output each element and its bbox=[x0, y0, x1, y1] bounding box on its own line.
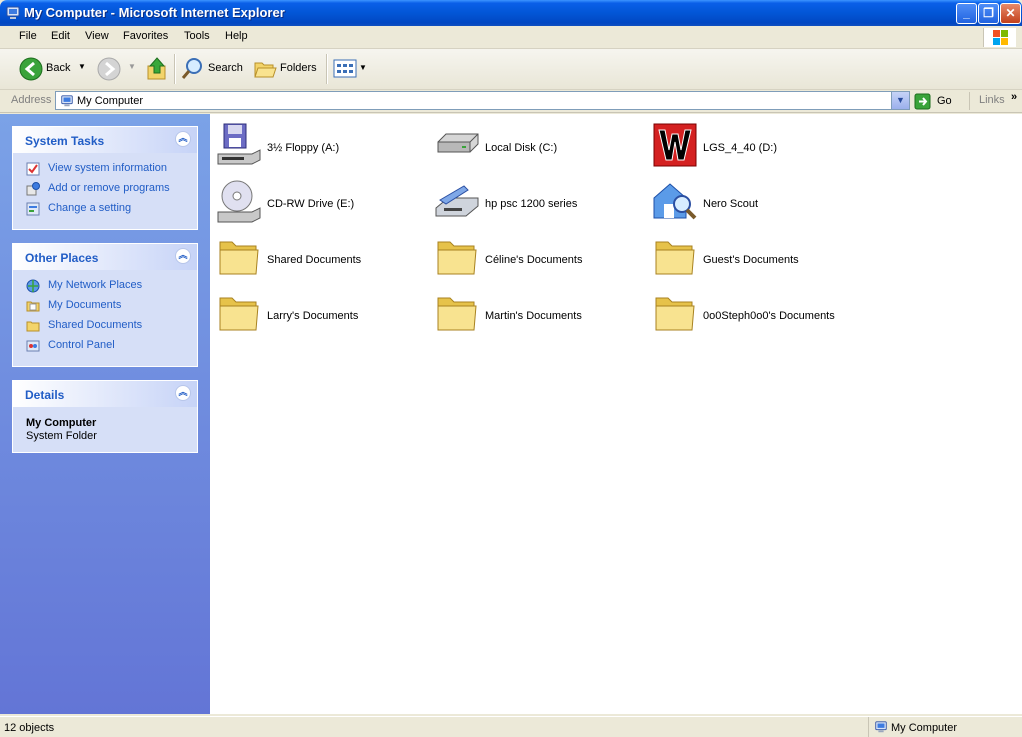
details-header[interactable]: Details ︽ bbox=[13, 381, 197, 407]
device-hp-psc-1200[interactable]: hp psc 1200 series bbox=[428, 175, 638, 225]
folder-0o0steph0o0s-documents[interactable]: 0o0Steph0o0's Documents bbox=[646, 287, 856, 337]
folder-icon bbox=[219, 297, 259, 331]
folder-icon bbox=[219, 241, 259, 275]
app-nero-scout[interactable]: Nero Scout bbox=[646, 175, 856, 225]
folder-celines-documents[interactable]: Céline's Documents bbox=[428, 231, 638, 281]
window-title: My Computer - Microsoft Internet Explore… bbox=[24, 5, 285, 20]
details-name: My Computer bbox=[26, 417, 97, 429]
custom-w-drive-icon bbox=[653, 123, 697, 167]
details-panel: Details ︽ My Computer System Folder bbox=[12, 380, 198, 453]
close-button[interactable]: ✕ bbox=[1000, 3, 1021, 24]
title-bar[interactable]: My Computer - Microsoft Internet Explore… bbox=[0, 0, 1022, 26]
search-button[interactable]: Search bbox=[180, 55, 246, 83]
forward-arrow-icon bbox=[97, 57, 121, 81]
toolbar-separator bbox=[326, 54, 328, 84]
views-dropdown-icon[interactable]: ▼ bbox=[359, 63, 367, 72]
folder-guests-documents[interactable]: Guest's Documents bbox=[646, 231, 856, 281]
folder-martins-documents[interactable]: Martin's Documents bbox=[428, 287, 638, 337]
back-dropdown-icon[interactable]: ▼ bbox=[78, 62, 86, 71]
folder-icon bbox=[437, 297, 477, 331]
drive-local-disk-c[interactable]: Local Disk (C:) bbox=[428, 119, 638, 169]
collapse-chevron-icon[interactable]: ︽ bbox=[175, 131, 191, 147]
menu-bar: File Edit View Favorites Tools Help bbox=[0, 26, 1022, 49]
drive-lgs-d[interactable]: LGS_4_40 (D:) bbox=[646, 119, 856, 169]
scanner-icon bbox=[435, 185, 479, 217]
system-tasks-header[interactable]: System Tasks ︽ bbox=[13, 127, 197, 153]
address-input[interactable]: My Computer ▼ bbox=[55, 91, 910, 110]
folders-button[interactable]: Folders bbox=[253, 55, 321, 83]
views-button[interactable]: ▼ bbox=[333, 58, 369, 80]
menu-edit[interactable]: Edit bbox=[51, 30, 70, 42]
menu-help[interactable]: Help bbox=[225, 30, 248, 42]
my-computer-icon bbox=[61, 95, 73, 107]
other-places-title: Other Places bbox=[25, 251, 99, 265]
other-places-panel: Other Places ︽ My Network Places My Docu… bbox=[12, 243, 198, 367]
status-object-count: 12 objects bbox=[4, 722, 55, 734]
shared-folder-icon bbox=[26, 321, 40, 332]
status-divider bbox=[868, 717, 869, 737]
floppy-drive-icon bbox=[217, 123, 261, 165]
back-button[interactable]: Back ▼ bbox=[18, 55, 88, 83]
address-dropdown-button[interactable]: ▼ bbox=[891, 92, 909, 109]
minimize-button[interactable]: _ bbox=[956, 3, 977, 24]
maximize-button[interactable]: ❐ bbox=[978, 3, 999, 24]
status-bar: 12 objects My Computer bbox=[0, 716, 1022, 737]
folder-icon bbox=[437, 241, 477, 275]
address-bar: Address My Computer ▼ Go Links » bbox=[0, 90, 1022, 113]
task-pane: System Tasks ︽ View system information A… bbox=[0, 114, 210, 714]
details-title: Details bbox=[25, 388, 65, 402]
collapse-chevron-icon[interactable]: ︽ bbox=[175, 248, 191, 264]
folder-icon bbox=[655, 241, 695, 275]
status-zone: My Computer bbox=[891, 722, 958, 734]
other-places-header[interactable]: Other Places ︽ bbox=[13, 244, 197, 270]
nero-scout-icon bbox=[653, 183, 697, 220]
address-label: Address bbox=[11, 94, 52, 106]
network-places-icon bbox=[26, 279, 40, 293]
address-value: My Computer bbox=[77, 95, 144, 107]
system-info-icon bbox=[26, 162, 40, 176]
menu-tools[interactable]: Tools bbox=[184, 30, 210, 42]
toolbar-separator bbox=[174, 54, 176, 84]
add-remove-programs-icon bbox=[26, 182, 40, 196]
hard-disk-icon bbox=[437, 133, 479, 153]
folder-larrys-documents[interactable]: Larry's Documents bbox=[210, 287, 420, 337]
go-button[interactable]: Go bbox=[914, 92, 960, 110]
menu-file[interactable]: File bbox=[19, 30, 37, 42]
my-computer-icon bbox=[875, 721, 887, 733]
cd-drive-icon bbox=[217, 180, 261, 223]
control-panel-icon bbox=[26, 202, 40, 216]
drive-floppy-a[interactable]: 3½ Floppy (A:) bbox=[210, 119, 420, 169]
folder-shared-documents[interactable]: Shared Documents bbox=[210, 231, 420, 281]
address-separator bbox=[969, 92, 970, 110]
system-tasks-title: System Tasks bbox=[25, 134, 105, 148]
my-computer-icon bbox=[6, 6, 20, 19]
back-arrow-icon bbox=[19, 57, 43, 81]
up-folder-icon[interactable] bbox=[145, 56, 169, 82]
links-chevron-icon[interactable]: » bbox=[1011, 91, 1017, 103]
collapse-chevron-icon[interactable]: ︽ bbox=[175, 385, 191, 401]
control-panel-icon bbox=[26, 340, 40, 352]
search-icon bbox=[181, 58, 202, 79]
menu-favorites[interactable]: Favorites bbox=[123, 30, 168, 42]
forward-dropdown-icon[interactable]: ▼ bbox=[128, 62, 136, 71]
drive-cd-rw-e[interactable]: CD-RW Drive (E:) bbox=[210, 175, 420, 225]
windows-flag-icon bbox=[983, 28, 1016, 47]
views-grid-icon bbox=[333, 59, 357, 78]
go-arrow-icon bbox=[914, 93, 931, 110]
details-type: System Folder bbox=[26, 430, 97, 442]
toolbar: Back ▼ ▼ Search Folders ▼ bbox=[0, 49, 1022, 90]
system-tasks-panel: System Tasks ︽ View system information A… bbox=[12, 126, 198, 230]
my-documents-icon bbox=[26, 301, 40, 312]
folders-icon bbox=[254, 62, 277, 78]
menu-view[interactable]: View bbox=[85, 30, 109, 42]
content-area: 3½ Floppy (A:) Local Disk (C:) LGS_4_40 … bbox=[210, 114, 1022, 714]
links-button[interactable]: Links bbox=[979, 94, 1005, 106]
forward-button[interactable]: ▼ bbox=[96, 55, 140, 83]
folder-icon bbox=[655, 297, 695, 331]
